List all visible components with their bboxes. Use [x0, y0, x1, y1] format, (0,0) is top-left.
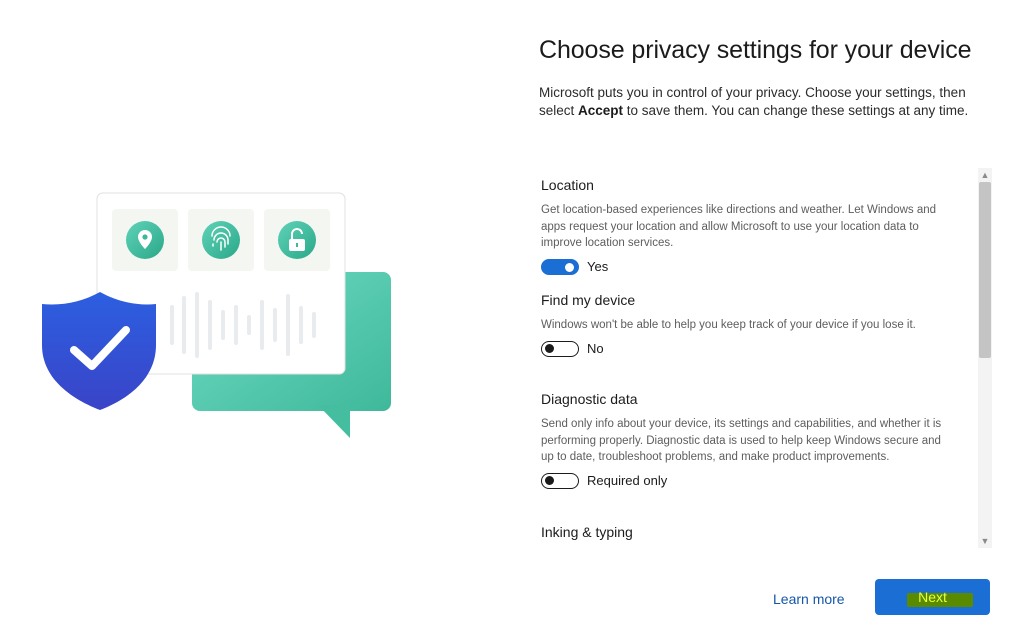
- diagnostic-data-toggle-row[interactable]: Required only: [541, 472, 949, 490]
- setting-find-my-device: Find my device Windows won't be able to …: [541, 291, 949, 358]
- scrollbar-thumb[interactable]: [979, 182, 991, 358]
- scroll-up-icon[interactable]: ▲: [980, 170, 990, 180]
- toggle-knob: [565, 262, 574, 272]
- setting-title: Find my device: [541, 292, 636, 308]
- unlock-icon: [278, 221, 316, 259]
- location-toggle[interactable]: [541, 258, 579, 275]
- shield-check-icon: [42, 292, 156, 410]
- location-toggle-row[interactable]: Yes: [541, 258, 949, 276]
- setting-title: Location: [541, 177, 594, 193]
- setting-inking-typing: Inking & typing: [541, 523, 949, 548]
- fingerprint-icon: [202, 221, 240, 259]
- find-my-device-toggle[interactable]: [541, 340, 579, 357]
- setting-location: Location Get location-based experiences …: [541, 176, 949, 276]
- setting-diagnostic-data: Diagnostic data Send only info about you…: [541, 390, 949, 490]
- find-my-device-toggle-row[interactable]: No: [541, 340, 949, 358]
- settings-scrollbar[interactable]: ▲ ▼: [978, 168, 992, 548]
- accept-emphasis: Accept: [578, 103, 624, 118]
- toggle-knob: [545, 343, 554, 353]
- location-pin-icon: [126, 221, 164, 259]
- toggle-state-label: No: [587, 341, 604, 356]
- toggle-knob: [545, 475, 554, 485]
- next-button[interactable]: Next: [875, 579, 990, 615]
- learn-more-link[interactable]: Learn more: [773, 591, 845, 607]
- privacy-illustration: [0, 0, 500, 627]
- next-button-label: Next: [918, 589, 947, 605]
- intro-text: Microsoft puts you in control of your pr…: [539, 84, 991, 120]
- page-title: Choose privacy settings for your device: [539, 36, 972, 64]
- setting-title: Diagnostic data: [541, 391, 638, 407]
- intro-text-part: to save them. You can change these setti…: [623, 103, 969, 118]
- setting-title: Inking & typing: [541, 524, 633, 540]
- scroll-down-icon[interactable]: ▼: [980, 536, 990, 546]
- setting-description: Get location-based experiences like dire…: [541, 204, 937, 249]
- toggle-state-label: Required only: [587, 473, 668, 488]
- diagnostic-data-toggle[interactable]: [541, 472, 579, 489]
- privacy-settings-list[interactable]: Location Get location-based experiences …: [541, 168, 961, 548]
- setting-description: Windows won't be able to help you keep t…: [541, 319, 916, 331]
- setting-description: Send only info about your device, its se…: [541, 418, 942, 463]
- toggle-state-label: Yes: [587, 259, 609, 274]
